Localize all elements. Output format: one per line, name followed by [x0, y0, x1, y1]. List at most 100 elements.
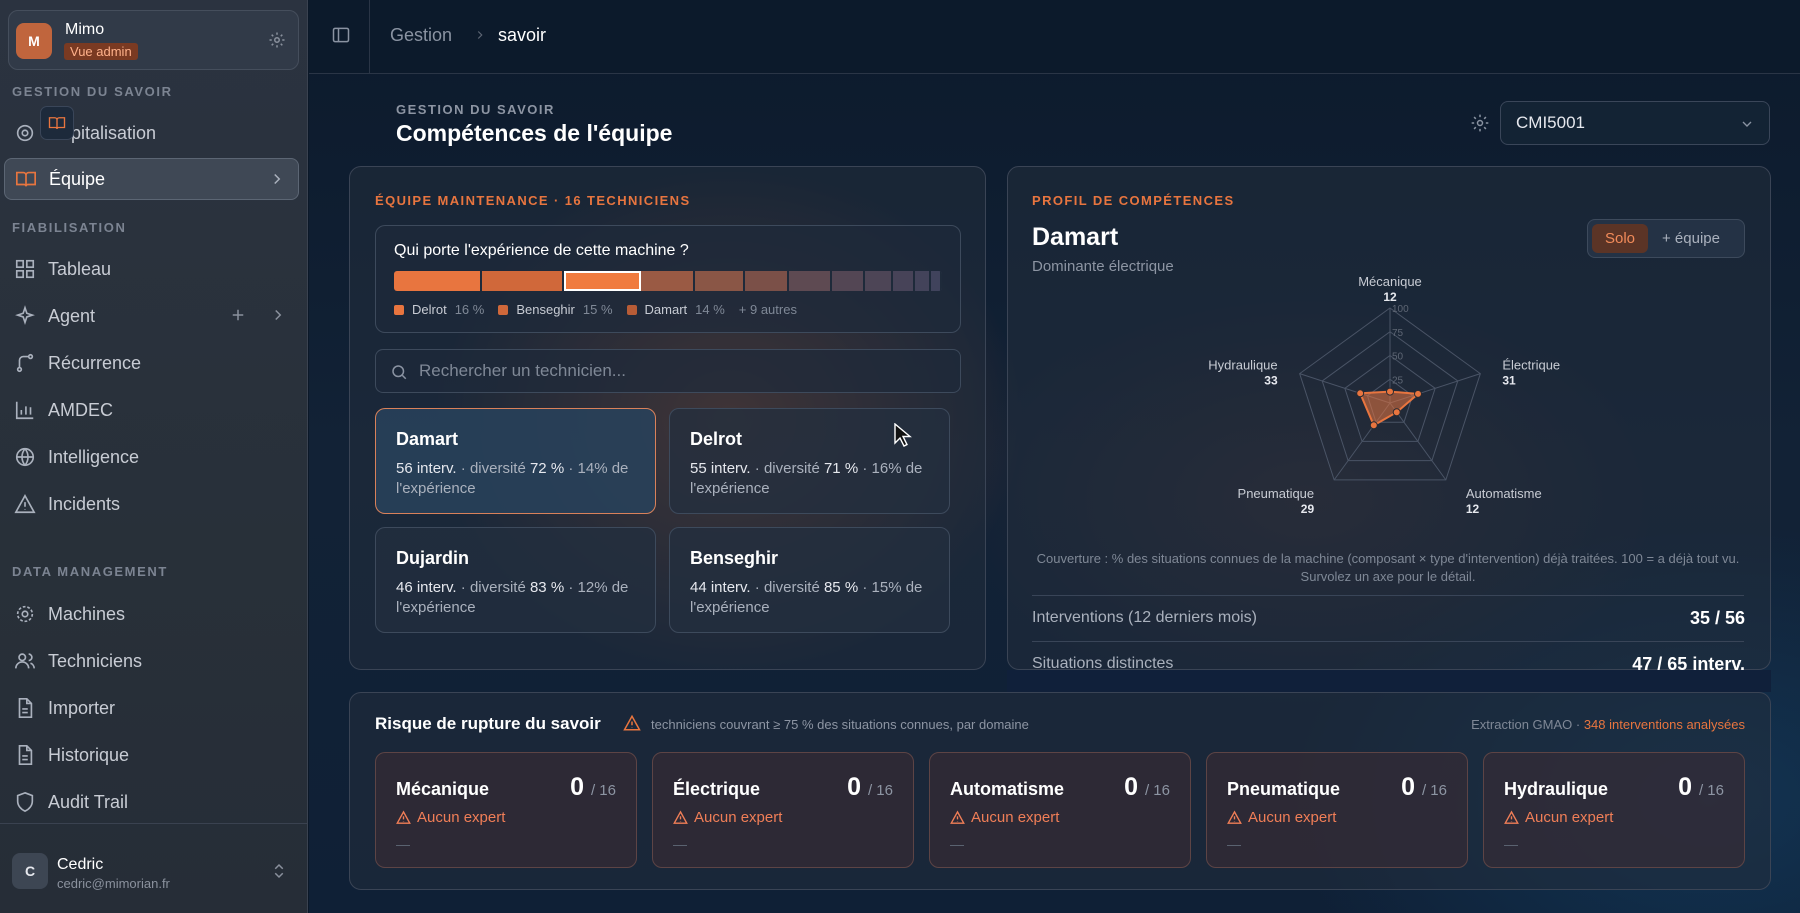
- experience-segment[interactable]: [481, 271, 564, 291]
- radar-axis-label: Électrique: [1502, 358, 1560, 373]
- legend-more: + 9 autres: [738, 302, 797, 317]
- domain-card-pneumatique[interactable]: Pneumatique 0 / 16 Aucun expert —: [1206, 752, 1468, 868]
- top-bar: Gestion savoir: [309, 0, 1800, 74]
- section-label-data: DATA MANAGEMENT: [12, 564, 168, 579]
- technician-details: 44 interv. · diversité 85 % · 15% de l'e…: [690, 579, 923, 616]
- mouse-cursor-icon: [894, 423, 912, 447]
- technician-details: 56 interv. · diversité 72 % · 14% de l'e…: [396, 460, 629, 497]
- gear-icon[interactable]: [1470, 113, 1490, 133]
- technician-details: 46 interv. · diversité 83 % · 12% de l'e…: [396, 579, 629, 616]
- legend-swatch: [498, 304, 509, 315]
- experience-segment[interactable]: [695, 271, 745, 291]
- experience-segment[interactable]: [892, 271, 915, 291]
- avatar: M: [16, 23, 52, 59]
- experience-segment[interactable]: [865, 271, 893, 291]
- compare-toggle[interactable]: Solo + équipe: [1587, 219, 1745, 258]
- cog-icon: [16, 605, 34, 623]
- experience-segment[interactable]: [640, 271, 696, 291]
- sidebar-item-tableau[interactable]: Tableau: [4, 248, 299, 290]
- sidebar-item-label: Historique: [48, 744, 130, 765]
- sidebar-item-equipe[interactable]: Équipe: [4, 158, 299, 200]
- profile-card[interactable]: M Mimo Vue admin: [8, 10, 299, 70]
- gear-icon[interactable]: [268, 31, 286, 49]
- technician-name: Damart: [396, 429, 459, 449]
- sidebar-item-historique[interactable]: Historique: [4, 734, 299, 776]
- radar-axis-label: Hydraulique: [1208, 358, 1277, 373]
- page-overline: GESTION DU SAVOIR: [396, 102, 555, 117]
- plus-icon[interactable]: [229, 306, 247, 324]
- domain-expert-list: —: [950, 836, 964, 852]
- risk-source: Extraction GMAO · 348 interventions anal…: [1471, 717, 1745, 732]
- legend-name: Delrot: [412, 302, 447, 317]
- experience-segment[interactable]: [744, 271, 789, 291]
- technician-card-dujardin[interactable]: Dujardin 46 interv. · diversité 83 % · 1…: [375, 527, 656, 633]
- sidebar-item-recurrence[interactable]: Récurrence: [4, 342, 299, 384]
- radar-data-point[interactable]: [1386, 387, 1394, 396]
- radar-data-point[interactable]: [1414, 389, 1423, 398]
- domain-expert-count: 0 / 16: [570, 773, 616, 801]
- domain-expert-count: 0 / 16: [1678, 773, 1724, 801]
- sidebar-item-audit-trail[interactable]: Audit Trail: [4, 781, 299, 823]
- technician-card-benseghir[interactable]: Benseghir 44 interv. · diversité 85 % · …: [669, 527, 950, 633]
- legend-name: Benseghir: [516, 302, 575, 317]
- experience-segment[interactable]: [930, 271, 942, 291]
- team-panel-label: ÉQUIPE MAINTENANCE · 16 TECHNICIENS: [375, 193, 691, 208]
- sidebar-item-agent[interactable]: Agent: [4, 295, 299, 337]
- domain-expert-count: 0 / 16: [1124, 773, 1170, 801]
- bar-chart-icon: [15, 401, 34, 420]
- sidebar-item-incidents[interactable]: Incidents: [4, 483, 299, 525]
- experience-segment[interactable]: [563, 271, 641, 291]
- technician-name: Dujardin: [396, 548, 470, 568]
- domain-card-hydraulique[interactable]: Hydraulique 0 / 16 Aucun expert —: [1483, 752, 1745, 868]
- chevrons-up-down-icon[interactable]: [270, 862, 288, 880]
- toggle-solo[interactable]: Solo: [1592, 224, 1648, 253]
- radar-tick-label: 75: [1392, 328, 1404, 339]
- sidebar-item-label: Techniciens: [48, 650, 143, 671]
- sparkle-icon: [15, 305, 35, 326]
- domain-name: Pneumatique: [1227, 779, 1341, 799]
- warning-icon: [14, 494, 36, 514]
- domain-name: Hydraulique: [1504, 779, 1609, 799]
- technician-card-damart[interactable]: Damart 56 interv. · diversité 72 % · 14%…: [375, 408, 656, 514]
- domain-status: Aucun expert: [950, 809, 1059, 826]
- sidebar-item-machines[interactable]: Machines: [4, 593, 299, 635]
- sidebar-item-importer[interactable]: Importer: [4, 687, 299, 729]
- experience-segment[interactable]: [832, 271, 866, 291]
- technician-search[interactable]: [375, 349, 961, 393]
- sidebar-item-amdec[interactable]: AMDEC: [4, 389, 299, 431]
- legend-swatch: [626, 304, 637, 315]
- sidebar-item-label: Machines: [48, 603, 126, 624]
- radar-axis-value: 12: [1383, 290, 1397, 304]
- machine-select[interactable]: CMI5001: [1500, 101, 1770, 145]
- sidebar-toggle-icon[interactable]: [331, 25, 351, 45]
- experience-box: Qui porte l'expérience de cette machine …: [375, 225, 961, 333]
- domain-expert-list: —: [1227, 836, 1241, 852]
- machine-select-value: CMI5001: [1516, 113, 1585, 132]
- toggle-team[interactable]: + équipe: [1648, 224, 1734, 253]
- experience-segment[interactable]: [394, 271, 482, 291]
- user-avatar[interactable]: C: [12, 853, 48, 889]
- globe-icon: [15, 447, 35, 467]
- domain-card-mécanique[interactable]: Mécanique 0 / 16 Aucun expert —: [375, 752, 637, 868]
- experience-segment[interactable]: [914, 271, 931, 291]
- sidebar-item-intelligence[interactable]: Intelligence: [4, 436, 299, 478]
- sidebar-item-techniciens[interactable]: Techniciens: [4, 640, 299, 682]
- skills-panel-label: PROFIL DE COMPÉTENCES: [1032, 193, 1235, 208]
- radar-data-point[interactable]: [1392, 408, 1401, 417]
- domain-card-automatisme[interactable]: Automatisme 0 / 16 Aucun expert —: [929, 752, 1191, 868]
- search-input[interactable]: [419, 350, 939, 392]
- chevron-right-icon[interactable]: [269, 306, 287, 324]
- domain-card-électrique[interactable]: Électrique 0 / 16 Aucun expert —: [652, 752, 914, 868]
- sidebar-item-label: Équipe: [49, 168, 106, 189]
- stat-interventions-value: 35 / 56: [1689, 608, 1745, 628]
- skills-radar-chart[interactable]: 255075100Mécanique12Électrique31Automati…: [1150, 268, 1630, 548]
- book-icon: [16, 171, 36, 187]
- breadcrumb-parent[interactable]: Gestion: [390, 25, 452, 46]
- domain-name: Électrique: [673, 779, 761, 799]
- radar-data-point[interactable]: [1356, 389, 1365, 398]
- experience-segment[interactable]: [788, 271, 833, 291]
- experience-bar[interactable]: [394, 271, 942, 291]
- radar-data-point[interactable]: [1369, 421, 1378, 430]
- file-icon: [18, 698, 33, 718]
- page-title: Compétences de l'équipe: [396, 120, 673, 146]
